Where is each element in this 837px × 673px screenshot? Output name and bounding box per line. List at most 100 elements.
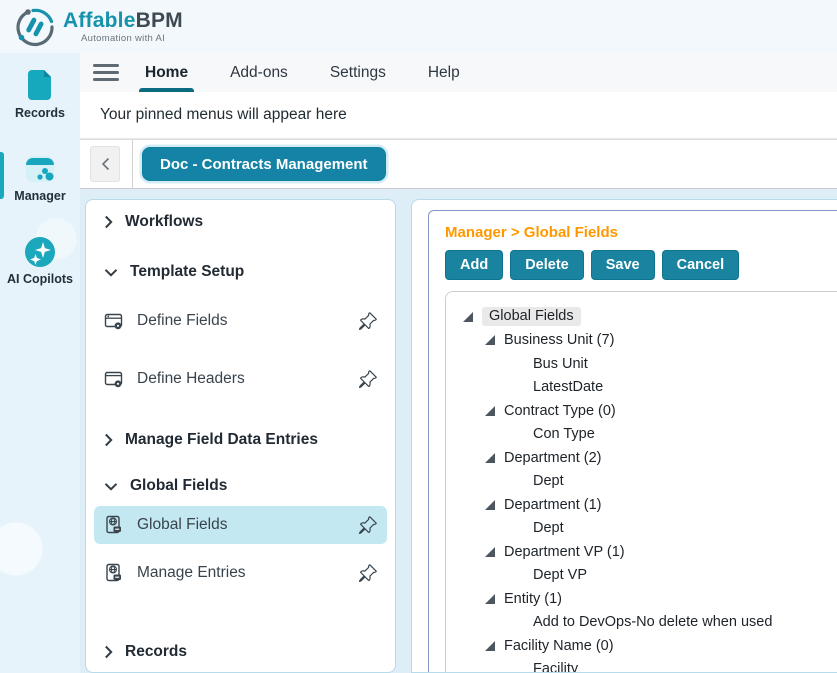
tree-node-label: Department (1) bbox=[504, 497, 602, 513]
ai-sparkles-icon bbox=[23, 235, 57, 269]
sidebar-group-manage-field-data-entries[interactable]: Manage Field Data Entries bbox=[94, 426, 387, 454]
rail-item-ai-copilots[interactable]: AI Copilots bbox=[0, 227, 80, 296]
nav-tab-settings[interactable]: Settings bbox=[330, 53, 386, 92]
rail-item-manager[interactable]: Manager bbox=[0, 144, 80, 213]
tree-expanded-icon[interactable] bbox=[485, 641, 495, 651]
sidebar-group-global-fields[interactable]: Global Fields bbox=[94, 472, 387, 500]
global-fields-tree: Global Fields Business Unit (7) Bus Unit… bbox=[445, 291, 837, 673]
sidebar-group-label: Workflows bbox=[125, 213, 203, 231]
brand-tagline: Automation with AI bbox=[81, 33, 183, 44]
logo-icon bbox=[13, 5, 57, 49]
tree-expanded-icon[interactable] bbox=[485, 406, 495, 416]
sidebar-group-workflows[interactable]: Workflows bbox=[94, 208, 387, 236]
work-panel: Manager > Global Fields Add Delete Save … bbox=[411, 199, 837, 673]
tree-node[interactable]: Entity (1) bbox=[461, 587, 837, 611]
tree-node[interactable]: Facility bbox=[461, 658, 837, 673]
nav-tab-home[interactable]: Home bbox=[145, 53, 188, 92]
tree-expanded-icon[interactable] bbox=[485, 594, 495, 604]
tree-node-label: Global Fields bbox=[482, 307, 581, 326]
tree-node-label: Department VP (1) bbox=[504, 544, 625, 560]
toolbar: Add Delete Save Cancel bbox=[445, 250, 837, 280]
workspace-tab-doc-contracts-management[interactable]: Doc - Contracts Management bbox=[142, 147, 386, 181]
pinned-menus-message: Your pinned menus will appear here bbox=[100, 106, 347, 124]
tree-node[interactable]: Add to DevOps-No delete when used bbox=[461, 611, 837, 635]
pin-icon[interactable] bbox=[358, 564, 377, 583]
sidebar-item-define-headers[interactable]: Define Headers bbox=[94, 360, 387, 398]
tree-node-label: Business Unit (7) bbox=[504, 332, 614, 348]
tree-node[interactable]: Facility Name (0) bbox=[461, 634, 837, 658]
chevron-down-icon bbox=[104, 268, 118, 277]
pinned-menus-bar: Your pinned menus will appear here bbox=[80, 92, 837, 139]
sidebar-item-label: Global Fields bbox=[137, 516, 227, 534]
chevron-right-icon bbox=[104, 215, 113, 229]
tree-node-label: Facility bbox=[533, 661, 578, 673]
tree-node-label: Con Type bbox=[533, 426, 595, 442]
tree-node[interactable]: Business Unit (7) bbox=[461, 329, 837, 353]
sidebar-item-label: Define Headers bbox=[137, 370, 245, 388]
affablebpm-app: AffableBPM Automation with AI Records bbox=[0, 0, 837, 673]
sidebar-item-define-fields[interactable]: Define Fields bbox=[94, 302, 387, 340]
tree-node[interactable]: Bus Unit bbox=[461, 352, 837, 376]
define-fields-icon bbox=[104, 311, 124, 331]
tree-node-label: Dept VP bbox=[533, 567, 587, 583]
tree-expanded-icon[interactable] bbox=[463, 312, 473, 322]
tree-expanded-icon[interactable] bbox=[485, 453, 495, 463]
sidebar-group-template-setup[interactable]: Template Setup bbox=[94, 258, 387, 286]
tree-node-label: Department (2) bbox=[504, 450, 602, 466]
tree-node-label: Dept bbox=[533, 520, 564, 536]
sidebar-tree-panel: Workflows Template Setup bbox=[85, 199, 396, 673]
nav-tab-help[interactable]: Help bbox=[428, 53, 460, 92]
tree-node[interactable]: Dept bbox=[461, 517, 837, 541]
rail-item-label: Records bbox=[15, 106, 65, 120]
tree-node[interactable]: Department VP (1) bbox=[461, 540, 837, 564]
add-button[interactable]: Add bbox=[445, 250, 503, 280]
tree-node-root[interactable]: Global Fields bbox=[461, 305, 837, 329]
global-fields-module: Manager > Global Fields Add Delete Save … bbox=[428, 210, 837, 672]
sidebar-item-manage-entries[interactable]: Manage Entries bbox=[94, 554, 387, 592]
rail-item-records[interactable]: Records bbox=[0, 59, 80, 130]
pin-icon[interactable] bbox=[358, 516, 377, 535]
sidebar-item-global-fields[interactable]: Global Fields bbox=[94, 506, 387, 544]
nav-tab-addons[interactable]: Add-ons bbox=[230, 53, 288, 92]
tree-node[interactable]: Department (2) bbox=[461, 446, 837, 470]
pin-icon[interactable] bbox=[358, 312, 377, 331]
tree-expanded-icon[interactable] bbox=[485, 500, 495, 510]
save-button[interactable]: Save bbox=[591, 250, 655, 280]
chevron-right-icon bbox=[104, 433, 113, 447]
delete-button[interactable]: Delete bbox=[510, 250, 584, 280]
tree-node-label: Contract Type (0) bbox=[504, 403, 616, 419]
breadcrumb: Manager > Global Fields bbox=[445, 224, 837, 241]
records-document-icon bbox=[23, 67, 57, 103]
define-headers-icon bbox=[104, 369, 124, 389]
tree-node[interactable]: Dept VP bbox=[461, 564, 837, 588]
content-area: Workflows Template Setup bbox=[80, 189, 837, 673]
hamburger-menu-icon[interactable] bbox=[93, 64, 119, 81]
cancel-button[interactable]: Cancel bbox=[662, 250, 740, 280]
tree-node[interactable]: LatestDate bbox=[461, 376, 837, 400]
app-logo: AffableBPM Automation with AI bbox=[13, 5, 183, 49]
top-nav: Home Add-ons Settings Help bbox=[80, 53, 837, 92]
scroll-tabs-left-button[interactable] bbox=[90, 146, 120, 182]
tree-node-label: Facility Name (0) bbox=[504, 638, 614, 654]
sidebar-group-label: Records bbox=[125, 643, 187, 661]
app-rail: Records Manager bbox=[0, 53, 80, 673]
tree-node[interactable]: Department (1) bbox=[461, 493, 837, 517]
rail-item-label: Manager bbox=[14, 189, 65, 203]
sidebar-group-label: Template Setup bbox=[130, 263, 244, 281]
manager-icon bbox=[22, 152, 58, 186]
workspace-tab-strip: Doc - Contracts Management bbox=[80, 139, 837, 189]
pin-icon[interactable] bbox=[358, 370, 377, 389]
tree-expanded-icon[interactable] bbox=[485, 547, 495, 557]
brand-name: AffableBPM bbox=[63, 10, 183, 32]
tree-node[interactable]: Contract Type (0) bbox=[461, 399, 837, 423]
tree-node-label: LatestDate bbox=[533, 379, 603, 395]
sidebar-item-label: Define Fields bbox=[137, 312, 227, 330]
sidebar-group-records[interactable]: Records bbox=[94, 638, 387, 666]
tree-node-label: Dept bbox=[533, 473, 564, 489]
tree-expanded-icon[interactable] bbox=[485, 335, 495, 345]
tree-node[interactable]: Dept bbox=[461, 470, 837, 494]
tree-node[interactable]: Con Type bbox=[461, 423, 837, 447]
chevron-left-icon bbox=[101, 157, 110, 171]
tree-node-label: Entity (1) bbox=[504, 591, 562, 607]
rail-item-label: AI Copilots bbox=[7, 272, 73, 286]
